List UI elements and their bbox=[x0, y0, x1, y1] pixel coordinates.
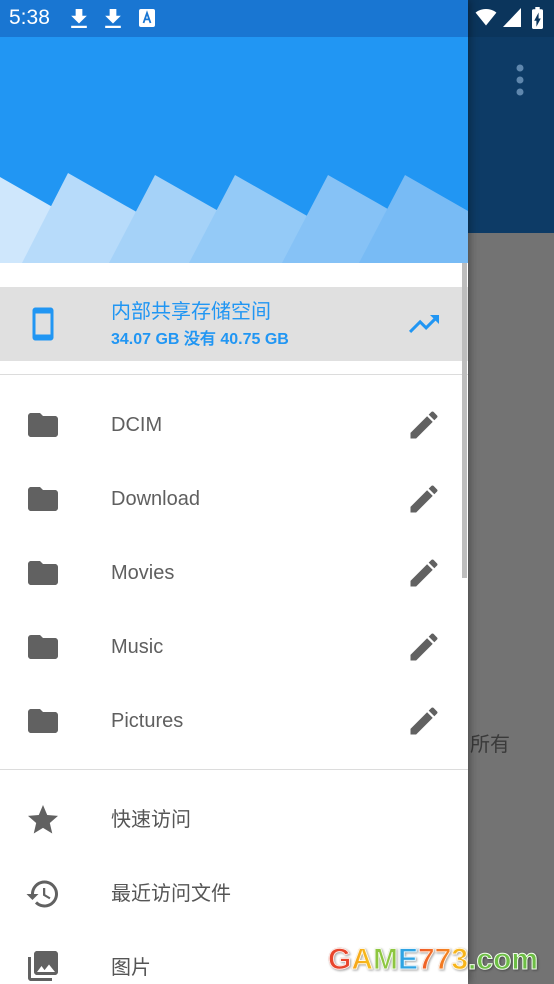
shortcut-recent-files[interactable]: 最近访问文件 bbox=[0, 857, 468, 931]
edit-icon[interactable] bbox=[406, 555, 442, 591]
star-icon bbox=[28, 805, 58, 834]
edit-icon[interactable] bbox=[406, 407, 442, 443]
trending-up-icon[interactable] bbox=[406, 306, 442, 342]
watermark: GAME773.com bbox=[328, 943, 539, 977]
folder-label: Download bbox=[111, 488, 200, 510]
folder-icon bbox=[28, 709, 58, 733]
navigation-drawer: 内部共享存储空间 34.07 GB 没有 40.75 GB DCIM Downl… bbox=[0, 0, 468, 984]
folder-label: DCIM bbox=[111, 414, 163, 436]
storage-usage: 34.07 GB 没有 40.75 GB bbox=[111, 331, 289, 348]
status-bar: 5:38 bbox=[0, 0, 554, 37]
photo-library-icon bbox=[28, 951, 58, 981]
shortcut-label: 最近访问文件 bbox=[111, 883, 231, 905]
divider bbox=[0, 374, 468, 375]
status-time: 5:38 bbox=[9, 6, 50, 29]
wifi-icon bbox=[475, 9, 497, 26]
folder-icon bbox=[28, 635, 58, 659]
drawer-scrim[interactable] bbox=[468, 0, 554, 984]
storage-item-internal[interactable]: 内部共享存储空间 34.07 GB 没有 40.75 GB bbox=[0, 287, 468, 361]
folder-item-music[interactable]: Music bbox=[0, 610, 468, 684]
folder-label: Music bbox=[111, 636, 164, 658]
screen: 所有 内部共享存储空间 34.07 GB 没有 40.75 GB DCIM Do… bbox=[0, 0, 554, 984]
drawer-header bbox=[0, 37, 468, 263]
download-icon bbox=[105, 9, 121, 28]
battery-charging-icon bbox=[532, 7, 543, 29]
folder-label: Pictures bbox=[111, 710, 184, 732]
smartphone-icon bbox=[32, 307, 54, 341]
folder-item-dcim[interactable]: DCIM bbox=[0, 388, 468, 462]
signal-icon bbox=[503, 8, 521, 27]
divider bbox=[0, 769, 468, 770]
shortcut-label: 快速访问 bbox=[111, 809, 191, 831]
download-icon bbox=[71, 9, 87, 28]
folder-item-movies[interactable]: Movies bbox=[0, 536, 468, 610]
edit-icon[interactable] bbox=[406, 481, 442, 517]
edit-icon[interactable] bbox=[406, 629, 442, 665]
scrollbar[interactable] bbox=[462, 263, 467, 578]
storage-title: 内部共享存储空间 bbox=[111, 301, 271, 323]
folder-icon bbox=[28, 487, 58, 511]
folder-icon bbox=[28, 413, 58, 437]
app-notification-icon bbox=[139, 9, 155, 27]
shortcut-label: 图片 bbox=[111, 957, 151, 979]
folder-icon bbox=[28, 561, 58, 585]
folder-item-download[interactable]: Download bbox=[0, 462, 468, 536]
header-illustration bbox=[0, 173, 468, 263]
folder-item-pictures[interactable]: Pictures bbox=[0, 684, 468, 758]
folder-label: Movies bbox=[111, 562, 175, 584]
history-icon bbox=[26, 880, 58, 908]
shortcut-quick-access[interactable]: 快速访问 bbox=[0, 783, 468, 857]
edit-icon[interactable] bbox=[406, 703, 442, 739]
